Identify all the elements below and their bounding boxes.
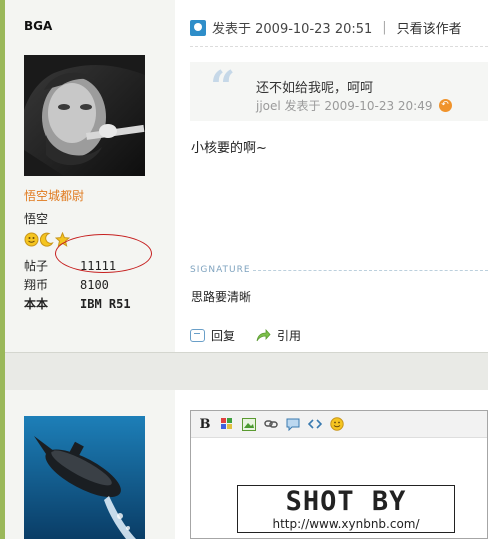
post-separator-band	[5, 352, 488, 390]
header-separator: |	[382, 20, 387, 35]
annotation-circle	[55, 234, 152, 273]
header-divider	[190, 46, 488, 47]
post-timestamp: 发表于 2009-10-23 20:51	[212, 22, 373, 37]
reply-label: 回复	[211, 329, 236, 343]
only-author-link[interactable]: 只看该作者	[397, 18, 462, 37]
image-icon[interactable]	[241, 416, 257, 432]
signature-text: 思路要清晰	[191, 290, 252, 304]
user-group: 悟空	[24, 212, 49, 226]
quote-text: 还不如给我呢，呵呵	[256, 81, 374, 96]
quote-author-time: jjoel 发表于 2009-10-23 20:49	[256, 99, 433, 113]
stat-coins: 翔币 8100	[24, 276, 164, 295]
post-body: 小核要的啊~	[191, 141, 267, 156]
sun-icon	[24, 232, 39, 247]
watermark-title: SHOT BY	[285, 486, 407, 517]
code-icon[interactable]	[307, 416, 323, 432]
quote-block: “ 还不如给我呢，呵呵 jjoel 发表于 2009-10-23 20:49 ↶	[190, 62, 488, 121]
post-actions: 回复 引用	[190, 327, 321, 344]
smiley-icon[interactable]	[329, 416, 345, 432]
quote-meta: jjoel 发表于 2009-10-23 20:49 ↶	[256, 97, 452, 114]
moon-icon	[40, 232, 54, 247]
jump-to-quote-icon[interactable]: ↶	[438, 99, 452, 112]
link-icon[interactable]	[263, 416, 279, 432]
reply-icon	[190, 329, 205, 342]
quote-button[interactable]: 引用	[255, 327, 301, 344]
color-grid-icon[interactable]	[219, 416, 235, 432]
stat-value: IBM R51	[80, 297, 131, 311]
user-post-icon	[190, 19, 206, 36]
editor-toolbar: B	[191, 411, 487, 438]
user-avatar[interactable]	[24, 55, 145, 176]
signature-divider	[253, 270, 488, 271]
watermark-url: http://www.xynbnb.com/	[272, 517, 420, 531]
rank-title[interactable]: 悟空城都尉	[24, 187, 84, 204]
quote-label: 引用	[277, 329, 302, 343]
reply-button[interactable]: 回复	[190, 327, 235, 344]
bold-button[interactable]: B	[197, 416, 213, 432]
username[interactable]: BGA	[24, 19, 52, 33]
stat-label: 翔币	[24, 278, 49, 292]
quote-arrow-icon	[255, 328, 271, 343]
reply-user-avatar[interactable]	[24, 416, 145, 539]
shot-by-watermark: SHOT BY http://www.xynbnb.com/	[237, 485, 455, 533]
quote-bubble-icon[interactable]	[285, 416, 301, 432]
signature-label: SIGNATURE	[190, 265, 251, 275]
stat-laptop: 本本 IBM R51	[24, 295, 164, 314]
post-header: 发表于 2009-10-23 20:51 | 只看该作者	[190, 18, 462, 37]
stat-label: 本本	[24, 297, 49, 311]
stat-value: 8100	[80, 278, 109, 292]
quote-mark-icon: “	[210, 62, 236, 113]
